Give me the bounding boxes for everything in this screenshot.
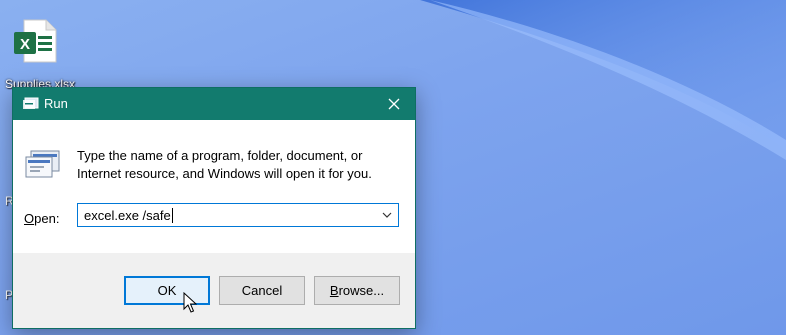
- desktop-icon-supplies[interactable]: X Supplies.xlsx: [0, 14, 80, 91]
- browse-mnemonic: B: [329, 283, 339, 298]
- open-input-value: excel.exe /safe: [84, 208, 171, 223]
- close-icon: [388, 98, 400, 110]
- open-label-text: pen:: [34, 211, 60, 226]
- text-caret: [171, 208, 173, 223]
- browse-button-label: rowse...: [338, 283, 385, 298]
- dialog-title: Run: [44, 96, 68, 111]
- open-label: Open:: [24, 211, 59, 226]
- open-combobox[interactable]: excel.exe /safe: [77, 203, 399, 227]
- titlebar[interactable]: Run: [13, 88, 415, 120]
- ok-button-label: OK: [157, 283, 177, 298]
- browse-button[interactable]: Browse...: [314, 276, 400, 305]
- open-input[interactable]: excel.exe /safe: [84, 208, 173, 223]
- mouse-pointer-icon: [183, 291, 198, 319]
- cancel-button-label: Cancel: [241, 283, 283, 298]
- chevron-down-icon[interactable]: [380, 208, 394, 222]
- cancel-button[interactable]: Cancel: [219, 276, 305, 305]
- run-icon: [23, 97, 39, 115]
- run-dialog: Run Type the name of a program, folder, …: [12, 87, 416, 329]
- dialog-description: Type the name of a program, folder, docu…: [77, 148, 372, 181]
- dialog-content: Type the name of a program, folder, docu…: [13, 120, 415, 253]
- svg-text:X: X: [20, 36, 30, 53]
- button-bar: OK Cancel Browse...: [13, 253, 415, 328]
- ok-button[interactable]: OK: [124, 276, 210, 305]
- run-program-icon: [25, 149, 61, 184]
- excel-file-icon: X: [12, 18, 58, 69]
- open-label-mnemonic: O: [24, 211, 35, 226]
- close-button[interactable]: [373, 88, 415, 120]
